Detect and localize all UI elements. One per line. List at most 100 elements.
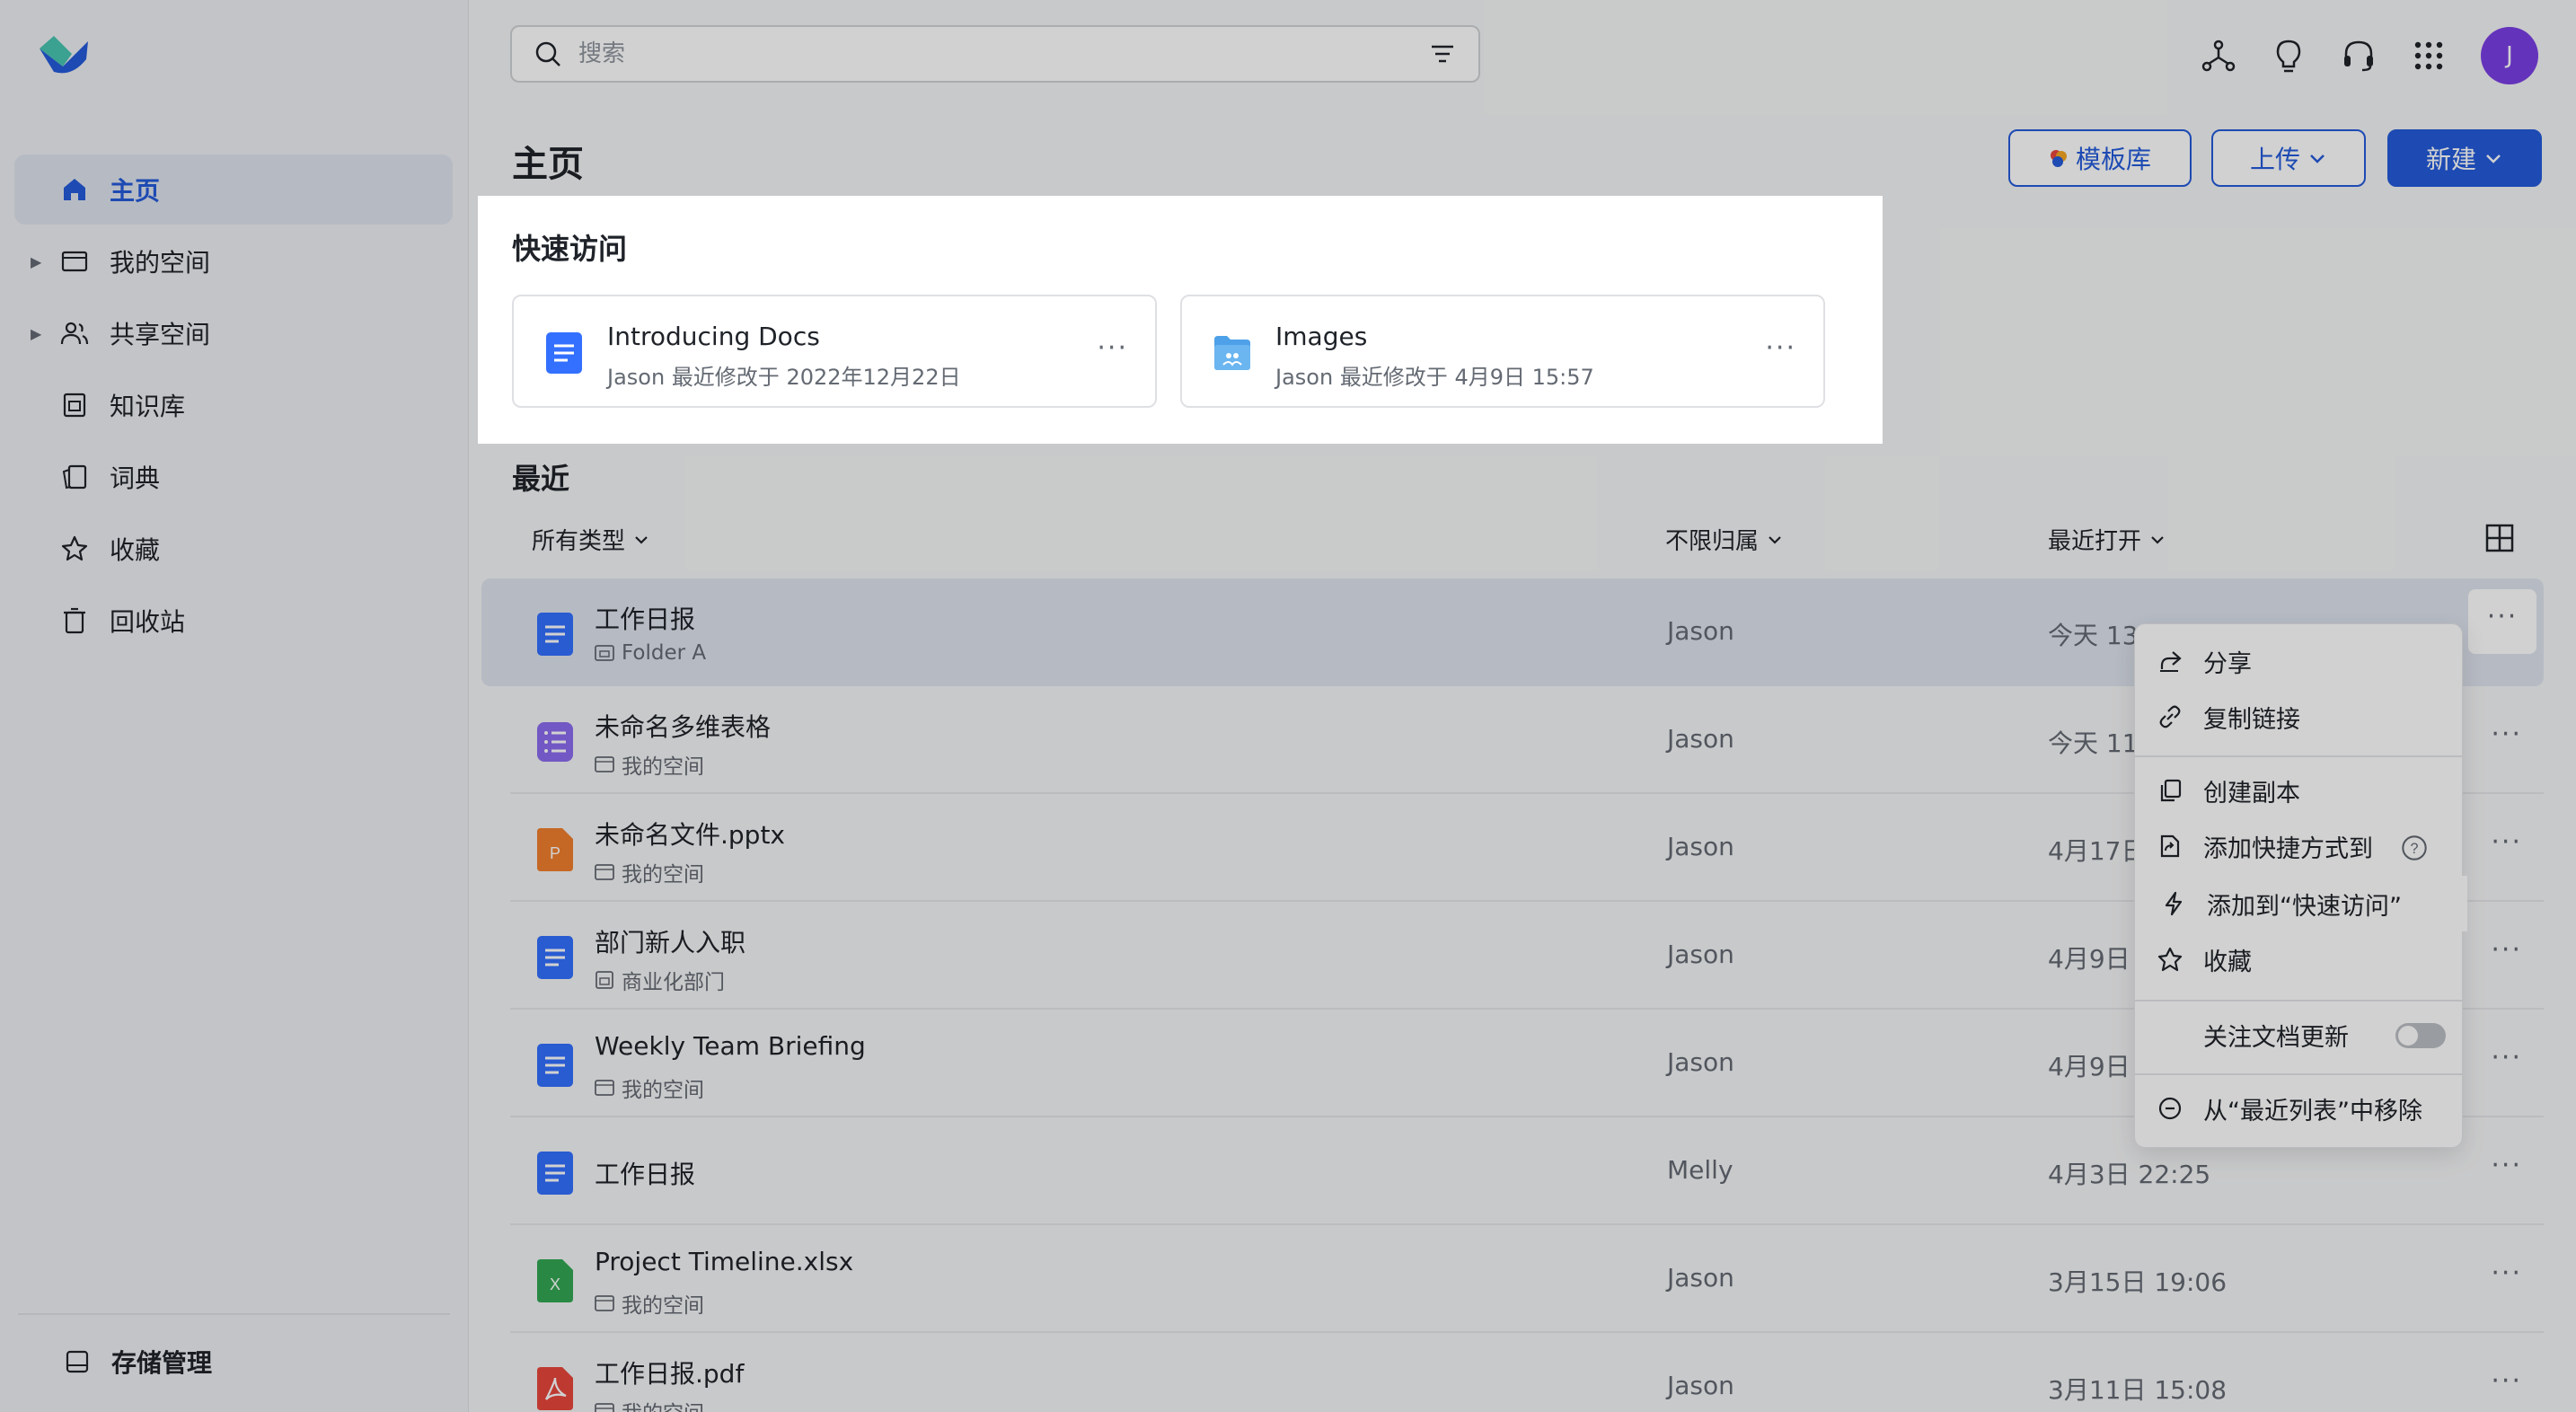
- sidebar-item-home[interactable]: 主页: [14, 154, 453, 225]
- file-name[interactable]: 未命名文件.pptx: [595, 816, 785, 852]
- bitable-icon: [537, 722, 573, 762]
- sort-dropdown[interactable]: 最近打开: [2048, 523, 2166, 556]
- more-options-button[interactable]: ···: [2491, 826, 2522, 858]
- help-icon[interactable]: ?: [2401, 834, 2428, 861]
- expand-caret-icon[interactable]: ▶: [31, 325, 41, 342]
- quick-access-card[interactable]: Images Jason 最近修改于 4月9日 15:57 ···: [1180, 295, 1825, 408]
- doc-icon: [537, 1152, 573, 1195]
- upload-label: 上传: [2249, 145, 2300, 174]
- menu-item-follow-updates[interactable]: 关注文档更新: [2135, 1007, 2462, 1063]
- expand-caret-icon[interactable]: ▶: [31, 253, 41, 270]
- grid-view-icon[interactable]: [2484, 523, 2515, 553]
- menu-item-label: 收藏: [2203, 948, 2252, 976]
- lightbulb-icon[interactable]: [2271, 38, 2307, 74]
- app-grid-icon[interactable]: [2411, 38, 2447, 74]
- chevron-down-icon: [2486, 154, 2501, 163]
- copy-icon: [2160, 779, 2182, 802]
- sidebar-item-shared-space[interactable]: ▶ 共享空间: [14, 298, 453, 368]
- file-time: 4月3日 22:25: [2048, 1160, 2211, 1189]
- app-logo-icon[interactable]: [36, 32, 92, 77]
- follow-updates-toggle[interactable]: [2395, 1023, 2446, 1048]
- type-filter-dropdown[interactable]: 所有类型: [532, 523, 650, 556]
- file-name[interactable]: 工作日报: [595, 600, 695, 636]
- avatar[interactable]: J: [2481, 27, 2538, 84]
- storage-management-button[interactable]: 存储管理: [63, 1344, 212, 1380]
- menu-item-share[interactable]: 分享: [2135, 633, 2462, 689]
- search-icon: [535, 41, 560, 66]
- template-palette-icon: [2050, 150, 2067, 167]
- folder-icon: [595, 756, 614, 772]
- template-library-label: 模板库: [2075, 145, 2151, 174]
- new-label: 新建: [2425, 145, 2476, 174]
- more-options-button[interactable]: ···: [2468, 589, 2536, 654]
- menu-item-duplicate[interactable]: 创建副本: [2135, 763, 2462, 818]
- file-location: Folder A: [595, 641, 706, 665]
- menu-item-add-quick-access[interactable]: 添加到“快速访问”: [2139, 876, 2467, 931]
- more-options-button[interactable]: ···: [1097, 332, 1128, 364]
- file-name[interactable]: 工作日报.pdf: [595, 1355, 744, 1390]
- search-input[interactable]: [578, 40, 1428, 67]
- org-chart-icon[interactable]: [2201, 38, 2236, 74]
- sidebar-item-favorites[interactable]: 收藏: [14, 514, 453, 584]
- table-row[interactable]: 工作日报.pdf 我的空间 Jason 3月11日 15:08 ···: [510, 1333, 2544, 1412]
- quick-access-section: 快速访问 Introducing Docs Jason 最近修改于 2022年1…: [478, 196, 1883, 444]
- quick-access-card[interactable]: Introducing Docs Jason 最近修改于 2022年12月22日…: [512, 295, 1157, 408]
- more-options-button[interactable]: ···: [2491, 1150, 2522, 1181]
- upload-button[interactable]: 上传: [2211, 129, 2366, 187]
- menu-item-copy-link[interactable]: 复制链接: [2135, 689, 2462, 745]
- menu-item-add-shortcut[interactable]: 添加快捷方式到 ?: [2135, 818, 2462, 874]
- file-time: 3月11日 15:08: [2048, 1375, 2228, 1405]
- file-owner: Jason: [1667, 1371, 1734, 1400]
- share-icon: [2160, 651, 2182, 672]
- book-icon: [59, 390, 90, 420]
- folder-icon: [595, 1295, 614, 1311]
- svg-text:X: X: [550, 1275, 560, 1293]
- menu-item-favorite[interactable]: 收藏: [2135, 931, 2462, 987]
- file-name[interactable]: 未命名多维表格: [595, 708, 771, 744]
- new-button[interactable]: 新建: [2387, 129, 2542, 187]
- file-location-label: 我的空间: [622, 1294, 704, 1318]
- menu-item-remove-recent[interactable]: 从“最近列表”中移除: [2135, 1081, 2462, 1136]
- file-name[interactable]: Weekly Team Briefing: [595, 1031, 866, 1061]
- file-location: 我的空间: [595, 1072, 704, 1103]
- storage-icon: [66, 1350, 89, 1373]
- table-row[interactable]: X Project Timeline.xlsx 我的空间 Jason 3月15日…: [510, 1225, 2544, 1333]
- sort-label: 最近打开: [2048, 528, 2142, 555]
- more-options-button[interactable]: ···: [2491, 934, 2522, 966]
- doc-icon: [537, 613, 573, 656]
- top-toolbar: J: [2201, 27, 2538, 84]
- search-bar[interactable]: [510, 25, 1480, 83]
- menu-divider: [2135, 1073, 2462, 1075]
- menu-item-label: 从“最近列表”中移除: [2203, 1097, 2422, 1125]
- doc-icon: [537, 936, 573, 979]
- file-name[interactable]: 工作日报: [595, 1155, 695, 1191]
- folder-icon: [595, 1080, 614, 1096]
- menu-item-label: 添加快捷方式到: [2203, 834, 2373, 863]
- menu-item-label: 创建副本: [2203, 779, 2300, 807]
- quick-access-card-meta: Jason 最近修改于 2022年12月22日: [607, 365, 961, 390]
- sidebar-item-label: 知识库: [110, 392, 186, 421]
- more-options-button[interactable]: ···: [2491, 1258, 2522, 1289]
- menu-item-label: 复制链接: [2203, 705, 2300, 734]
- owner-filter-dropdown[interactable]: 不限归属: [1665, 523, 1784, 556]
- sidebar-item-wiki[interactable]: 知识库: [14, 370, 453, 440]
- more-options-button[interactable]: ···: [2491, 719, 2522, 750]
- file-location-label: Folder A: [622, 641, 707, 665]
- sidebar-item-my-space[interactable]: ▶ 我的空间: [14, 226, 453, 296]
- more-options-button[interactable]: ···: [1765, 332, 1796, 364]
- home-icon: [59, 174, 90, 205]
- type-filter-label: 所有类型: [532, 528, 626, 555]
- sidebar-item-dictionary[interactable]: 词典: [14, 442, 453, 512]
- headset-icon[interactable]: [2341, 38, 2377, 74]
- more-options-button[interactable]: ···: [2491, 1365, 2522, 1397]
- file-location: 我的空间: [595, 1288, 704, 1319]
- more-options-button[interactable]: ···: [2491, 1042, 2522, 1073]
- file-name[interactable]: 部门新人入职: [595, 923, 745, 959]
- chevron-down-icon: [635, 535, 648, 544]
- filter-icon[interactable]: [1428, 40, 1457, 68]
- file-location-label: 我的空间: [622, 1079, 704, 1102]
- owner-filter-label: 不限归属: [1665, 528, 1760, 555]
- template-library-button[interactable]: 模板库: [2008, 129, 2192, 187]
- file-name[interactable]: Project Timeline.xlsx: [595, 1247, 853, 1276]
- sidebar-item-trash[interactable]: 回收站: [14, 586, 453, 656]
